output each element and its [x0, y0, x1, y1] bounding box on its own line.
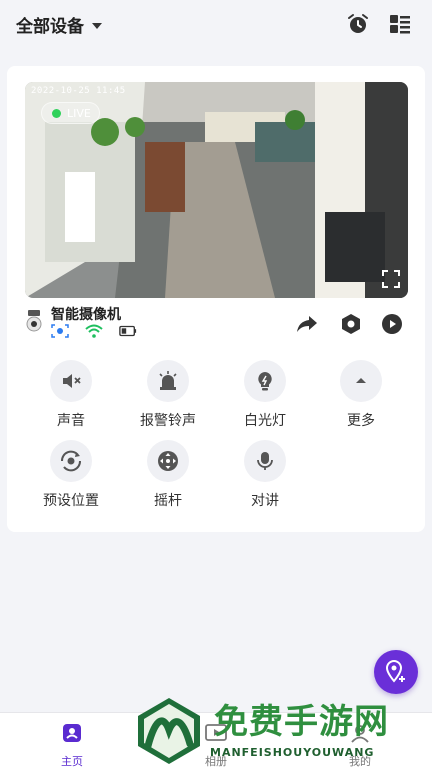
battery-icon [119, 325, 137, 337]
home-icon [63, 724, 81, 742]
settings-icon[interactable] [339, 312, 363, 336]
device-filter-dropdown[interactable]: 全部设备 [16, 12, 102, 37]
device-filter-label: 全部设备 [16, 17, 84, 37]
control-preset-position[interactable]: 预设位置 [26, 440, 116, 510]
playback-icon[interactable] [380, 312, 404, 336]
wifi-icon [85, 324, 103, 338]
add-device-icon [385, 659, 405, 683]
motion-detect-icon [51, 324, 69, 338]
live-label: LIVE [67, 106, 91, 120]
camera-info-row: 智能摄像机 [25, 304, 408, 342]
top-bar: 全部设备 [0, 0, 432, 50]
control-label: 更多 [347, 413, 375, 429]
alarm-clock-icon[interactable] [346, 12, 370, 36]
bulb-icon [244, 360, 286, 402]
control-label: 对讲 [251, 493, 279, 509]
control-white-light[interactable]: 白光灯 [220, 360, 310, 430]
watermark: 免费手游网 MANFEISHOUYOUWANG [134, 690, 424, 768]
device-card: 2022-10-25 11:45 LIVE 智能摄像机 声音 报警铃声 白光灯 … [7, 66, 425, 532]
live-indicator-dot [52, 108, 61, 118]
live-badge: LIVE [41, 102, 100, 124]
add-device-button[interactable] [374, 650, 418, 694]
caret-down-icon [92, 22, 102, 29]
control-sound[interactable]: 声音 [26, 360, 116, 430]
chevron-up-icon [340, 360, 382, 402]
speaker-mute-icon [50, 360, 92, 402]
watermark-logo-icon [138, 698, 200, 764]
control-label: 报警铃声 [140, 413, 196, 429]
share-icon[interactable] [295, 312, 319, 336]
control-more[interactable]: 更多 [316, 360, 406, 430]
nav-item-home[interactable]: 主页 [32, 721, 112, 768]
control-label: 摇杆 [154, 493, 182, 509]
camera-device-icon [26, 310, 42, 332]
control-label: 白光灯 [244, 413, 286, 429]
preset-position-icon [50, 440, 92, 482]
watermark-title: 免费手游网 [214, 702, 389, 742]
watermark-subtitle: MANFEISHOUYOUWANG [210, 746, 375, 759]
microphone-icon [244, 440, 286, 482]
video-timestamp: 2022-10-25 11:45 [31, 86, 126, 96]
control-label: 预设位置 [43, 493, 99, 509]
nav-label-home: 主页 [61, 755, 83, 768]
control-joystick[interactable]: 摇杆 [123, 440, 213, 510]
control-alarm-ringtone[interactable]: 报警铃声 [123, 360, 213, 430]
camera-name: 智能摄像机 [51, 307, 121, 323]
layout-list-icon[interactable] [388, 12, 412, 36]
joystick-icon [147, 440, 189, 482]
control-label: 声音 [57, 413, 85, 429]
fullscreen-icon[interactable] [382, 270, 400, 288]
live-video-view[interactable]: 2022-10-25 11:45 LIVE [25, 82, 408, 298]
alarm-siren-icon [147, 360, 189, 402]
control-intercom[interactable]: 对讲 [220, 440, 310, 510]
